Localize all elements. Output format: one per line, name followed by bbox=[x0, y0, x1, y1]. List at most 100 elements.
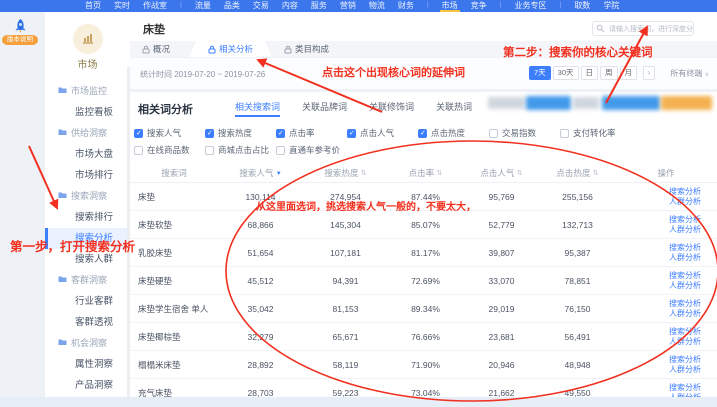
column-header[interactable]: 点击人气 ▼ ⇅ bbox=[463, 167, 540, 179]
tab-label: 概况 bbox=[153, 43, 170, 55]
censored-block bbox=[526, 96, 571, 110]
search-analysis-link[interactable]: 搜索分析 bbox=[669, 215, 701, 224]
market-module-label: 市场 bbox=[45, 56, 130, 71]
column-header-label: 点击率 bbox=[409, 168, 435, 178]
sidebar-item-label: 供给洞察 bbox=[71, 123, 107, 144]
column-header[interactable]: 操作 ▼ ⇅ bbox=[615, 167, 717, 179]
subtab[interactable]: 关联品牌词 bbox=[302, 100, 347, 117]
topnav-item[interactable]: 学院 bbox=[603, 0, 619, 12]
search-analysis-link[interactable]: 搜索分析 bbox=[669, 327, 701, 336]
sidebar-item[interactable]: 搜索人群 bbox=[45, 249, 130, 270]
search-analysis-link[interactable]: 搜索分析 bbox=[669, 383, 701, 392]
search-analysis-link[interactable]: 搜索分析 bbox=[669, 243, 701, 252]
search-input[interactable] bbox=[607, 22, 695, 37]
metric-checkbox[interactable]: 点击热度 bbox=[418, 127, 489, 139]
topnav-item[interactable]: 物流 bbox=[369, 0, 385, 12]
column-header[interactable]: 点击热度 ▼ ⇅ bbox=[540, 167, 615, 179]
sidebar-item[interactable]: 行业客群 bbox=[45, 291, 130, 312]
cell-click-heat: 76,150 bbox=[540, 304, 615, 314]
column-header[interactable]: 搜索词 ▼ ⇅ bbox=[130, 167, 218, 179]
cell-search-popularity: 28,892 bbox=[218, 360, 303, 370]
column-header[interactable]: 点击率 ▼ ⇅ bbox=[388, 167, 463, 179]
sidebar-item[interactable]: 产品洞察 bbox=[45, 375, 130, 396]
search-analysis-link[interactable]: 搜索分析 bbox=[669, 355, 701, 364]
folder-icon bbox=[58, 81, 67, 102]
search-analysis-link[interactable]: 搜索分析 bbox=[669, 271, 701, 280]
sidebar-item[interactable]: 监控看板 bbox=[45, 102, 130, 123]
topnav-item[interactable]: 财务 bbox=[398, 0, 414, 12]
sidebar-item-label: 产品洞察 bbox=[75, 380, 113, 391]
folder-icon bbox=[58, 270, 67, 291]
metric-checkbox[interactable]: 在线商品数 bbox=[134, 144, 205, 156]
subtab[interactable]: 关联热词 bbox=[436, 100, 472, 117]
version-badge[interactable]: 版本说明 bbox=[2, 35, 38, 45]
topnav-item[interactable]: 品类 bbox=[224, 0, 240, 12]
topnav-item[interactable]: 竞争 bbox=[471, 0, 487, 12]
market-module-icon[interactable] bbox=[73, 24, 103, 54]
crowd-analysis-link[interactable]: 人群分析 bbox=[669, 197, 701, 206]
topnav-item[interactable]: 营销 bbox=[340, 0, 356, 12]
date-range-button[interactable]: 月 bbox=[620, 66, 638, 80]
date-range-button[interactable]: 30天 bbox=[553, 66, 579, 80]
crowd-analysis-link[interactable]: 人群分析 bbox=[669, 309, 701, 318]
report-tab[interactable]: 概况 bbox=[130, 41, 182, 57]
sort-icon: ⇅ bbox=[593, 170, 599, 177]
sidebar-item-label: 属性洞察 bbox=[75, 359, 113, 370]
crowd-analysis-link[interactable]: 人群分析 bbox=[669, 281, 701, 290]
metric-checkbox[interactable]: 点击人气 bbox=[347, 127, 418, 139]
sidebar-item[interactable]: 市场监控 bbox=[45, 81, 130, 102]
crowd-analysis-link[interactable]: 人群分析 bbox=[669, 253, 701, 262]
terminal-filter-dropdown[interactable]: 所有终端 ∨ bbox=[670, 68, 709, 79]
topnav-item[interactable]: 流量 bbox=[195, 0, 211, 12]
report-tab[interactable]: 类目构成 bbox=[272, 41, 341, 57]
topnav-item[interactable]: 取数 bbox=[574, 0, 590, 12]
sidebar-item[interactable]: 客群透视 bbox=[45, 312, 130, 333]
sidebar-item[interactable]: 属性洞察 bbox=[45, 354, 130, 375]
topnav-item[interactable]: 实时 bbox=[114, 0, 130, 12]
metric-checkbox[interactable]: 交易指数 bbox=[489, 127, 560, 139]
metric-checkbox[interactable]: 直通车参考价 bbox=[276, 144, 347, 156]
sidebar-item[interactable]: 市场排行 bbox=[45, 165, 130, 186]
sidebar-item[interactable]: 搜索洞察 bbox=[45, 186, 130, 207]
next-page-arrow-button[interactable]: › bbox=[643, 66, 655, 80]
search-analysis-link[interactable]: 搜索分析 bbox=[669, 299, 701, 308]
sidebar-item[interactable]: 机会洞察 bbox=[45, 333, 130, 354]
sidebar-item[interactable]: 客群洞察 bbox=[45, 270, 130, 291]
topnav-item[interactable]: 交易 bbox=[253, 0, 269, 12]
metric-checkbox[interactable]: 搜索人气 bbox=[134, 127, 205, 139]
metric-checkbox[interactable]: 支付转化率 bbox=[560, 127, 631, 139]
topnav-item[interactable]: 服务 bbox=[311, 0, 327, 12]
crowd-analysis-link[interactable]: 人群分析 bbox=[669, 365, 701, 374]
date-range-button[interactable]: 周 bbox=[600, 66, 618, 80]
topnav-item[interactable]: 内容 bbox=[282, 0, 298, 12]
sidebar-item[interactable]: 搜索分析 bbox=[45, 228, 130, 249]
column-header[interactable]: 搜索热度 ▼ ⇅ bbox=[303, 167, 388, 179]
crowd-analysis-link[interactable]: 人群分析 bbox=[669, 225, 701, 234]
topnav-item[interactable]: 业务专区 bbox=[514, 0, 546, 12]
subtab[interactable]: 相关搜索词 bbox=[235, 100, 280, 117]
column-header[interactable]: 搜索人气 ▼ ⇅ bbox=[218, 167, 303, 179]
date-range-button[interactable]: 日 bbox=[581, 66, 599, 80]
metric-checkbox[interactable]: 搜索热度 bbox=[205, 127, 276, 139]
topnav-item[interactable]: 首页 bbox=[85, 0, 101, 12]
crowd-analysis-link[interactable]: 人群分析 bbox=[669, 337, 701, 346]
search-analysis-link[interactable]: 搜索分析 bbox=[669, 187, 701, 196]
metric-checkbox[interactable]: 商城点击占比 bbox=[205, 144, 276, 156]
metric-checkbox[interactable]: 点击率 bbox=[276, 127, 347, 139]
subtab[interactable]: 关联修饰词 bbox=[369, 100, 414, 117]
cell-search-heat: 59,223 bbox=[303, 388, 388, 398]
keyword-search-box bbox=[592, 21, 694, 36]
report-tab[interactable]: 相关分析 bbox=[189, 41, 272, 57]
sidebar-item[interactable]: 市场大盘 bbox=[45, 144, 130, 165]
cell-click-popularity: 23,681 bbox=[463, 332, 540, 342]
topnav-item[interactable]: 作战室 bbox=[143, 0, 167, 12]
left-rail: 版本说明 bbox=[0, 12, 45, 407]
metric-label: 搜索热度 bbox=[218, 127, 252, 139]
censored-block bbox=[488, 97, 525, 109]
cell-search-popularity: 32,279 bbox=[218, 332, 303, 342]
sidebar-item[interactable]: 供给洞察 bbox=[45, 123, 130, 144]
cell-click-rate: 73.04% bbox=[388, 388, 463, 398]
date-range-button[interactable]: 7天 bbox=[529, 66, 551, 80]
sidebar-item[interactable]: 搜索排行 bbox=[45, 207, 130, 228]
topnav-item[interactable]: 市场 bbox=[442, 0, 458, 12]
